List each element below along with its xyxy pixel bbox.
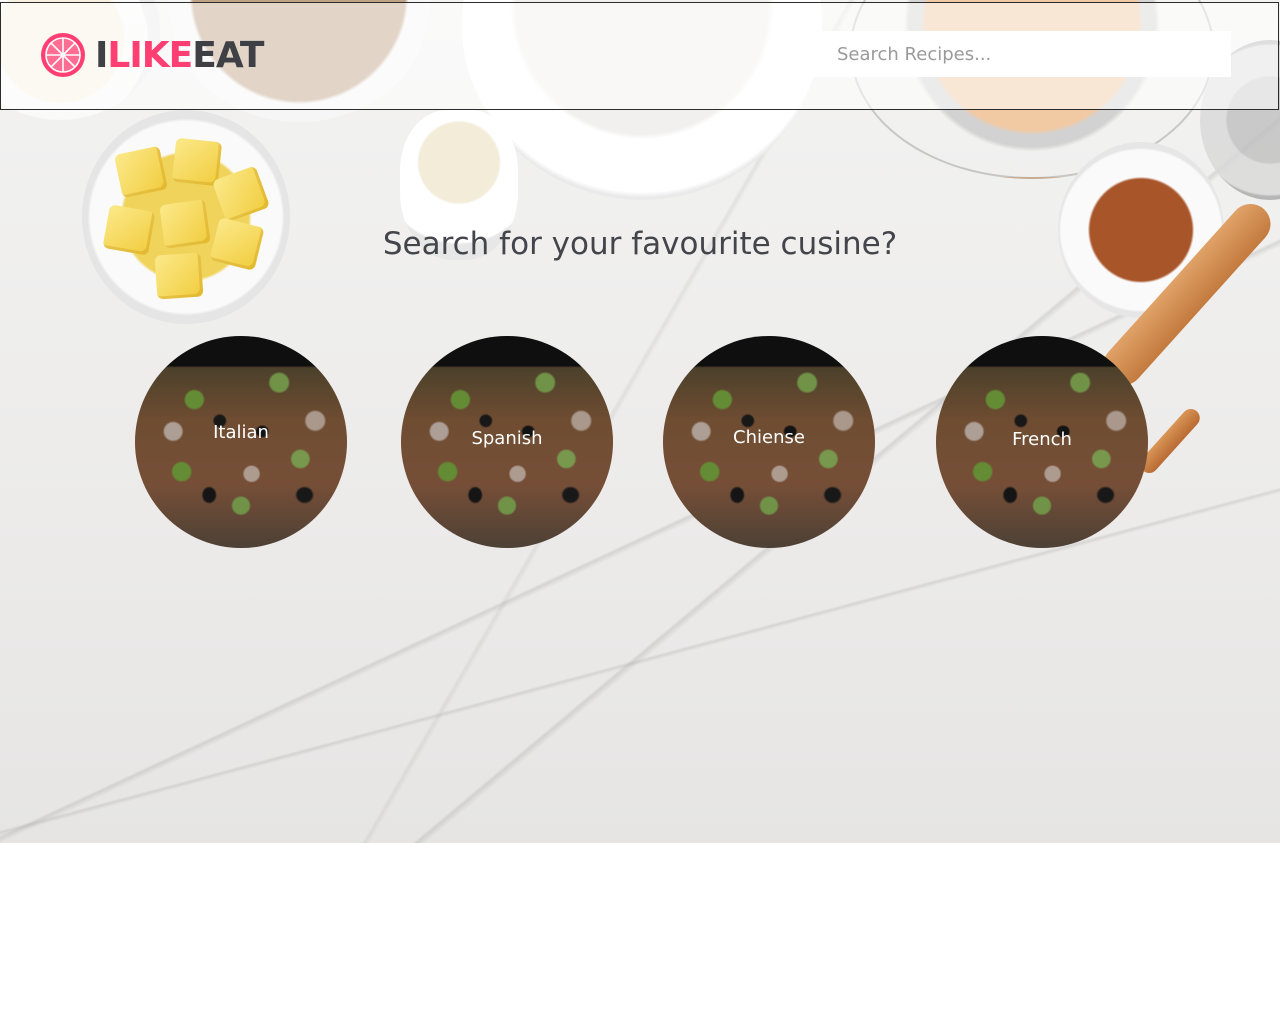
cuisine-label: Spanish [471, 428, 543, 449]
brand-name-part: I [95, 34, 108, 76]
cuisine-card-spanish[interactable]: Spanish [401, 336, 613, 548]
butter-cube [171, 137, 223, 187]
site-logo[interactable]: ILIKEEAT [39, 31, 264, 79]
search-input[interactable] [811, 31, 1231, 77]
cuisine-label: Italian [213, 422, 269, 443]
citrus-slice-icon [41, 33, 85, 77]
butter-cube [211, 165, 271, 223]
butter-bowl-decoration [82, 110, 290, 324]
cuisine-label: Chiense [733, 427, 805, 448]
brand-name-part: EAT [192, 34, 264, 76]
page-headline: Search for your favourite cusine? [382, 226, 898, 262]
butter-cube [113, 145, 169, 199]
brand-name-part: LIKE [107, 34, 193, 76]
cuisine-card-french[interactable]: French [936, 336, 1148, 548]
cuisine-label: French [1012, 429, 1072, 450]
hero-background: Search for your favourite cusine? Italia… [0, 0, 1280, 843]
cuisine-card-chinese[interactable]: Chiense [663, 336, 875, 548]
site-header: ILIKEEAT [0, 2, 1279, 110]
brand-name: ILIKEEAT [95, 34, 264, 76]
cuisine-card-italian[interactable]: Italian [135, 336, 347, 548]
